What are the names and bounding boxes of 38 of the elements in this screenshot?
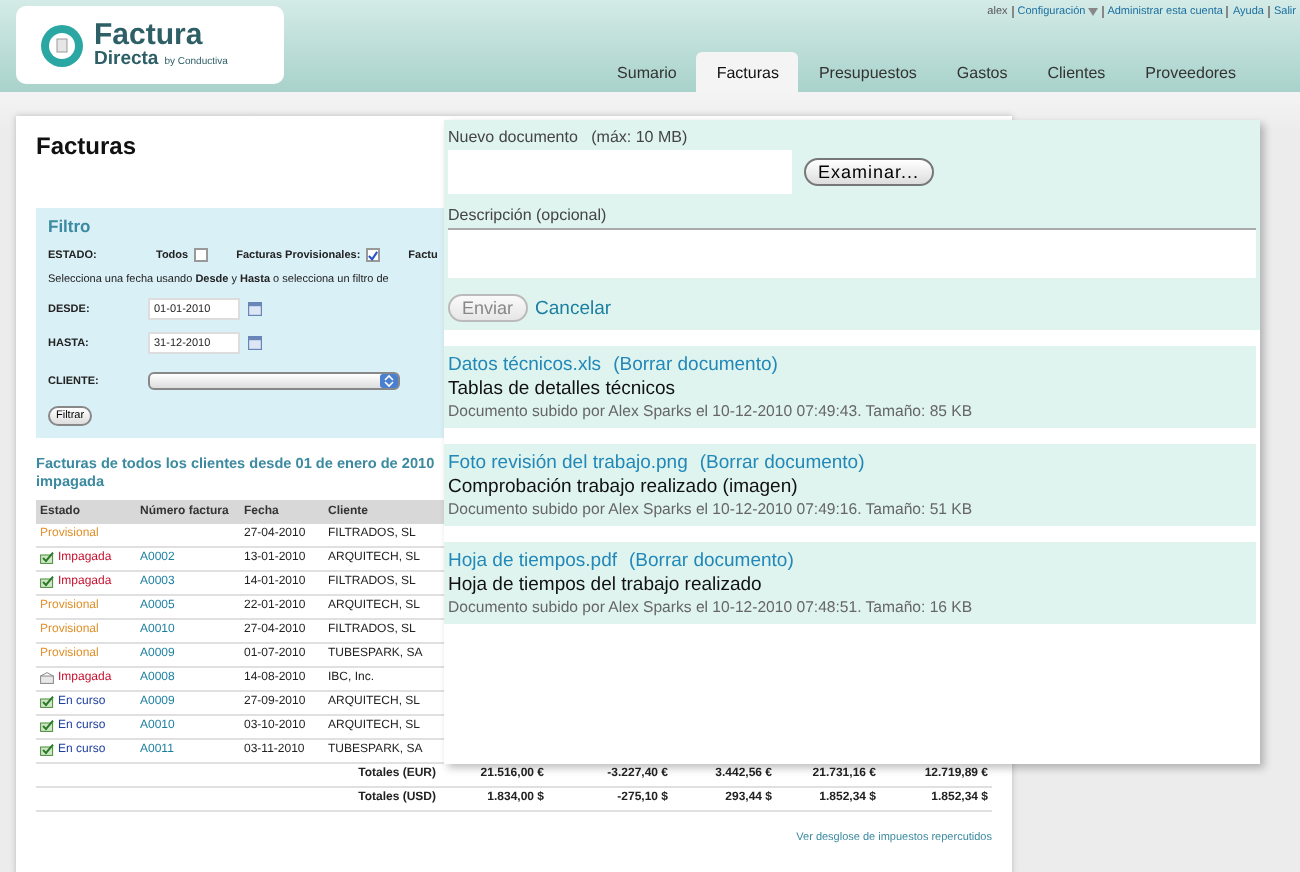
logo-subtitle: Directa [94, 50, 159, 70]
nav-tab[interactable]: Facturas [696, 52, 799, 92]
checked-envelope-icon [40, 576, 54, 589]
checked-envelope-icon [40, 696, 54, 709]
nav-tab[interactable]: Presupuestos [798, 52, 937, 92]
document-link[interactable]: Foto revisión del trabajo.png [448, 452, 688, 474]
delete-link[interactable]: (Borrar documento) [613, 354, 778, 376]
checkbox[interactable] [366, 248, 381, 262]
calendar-icon[interactable] [248, 336, 262, 350]
nav-tab[interactable]: Proveedores [1125, 52, 1256, 92]
envelope-icon [40, 672, 54, 685]
checked-envelope-icon [40, 720, 54, 733]
speech-bubble-document-icon [40, 23, 84, 67]
document-description: Comprobación trabajo realizado (imagen) [448, 476, 800, 498]
cancel-link[interactable]: Cancelar [535, 297, 612, 319]
document-link[interactable]: Hoja de tiempos.pdf [448, 550, 617, 572]
page-title: Facturas [36, 132, 137, 160]
client-select[interactable] [148, 372, 400, 390]
checkbox[interactable] [194, 248, 209, 262]
logo-title: Factura [94, 20, 205, 51]
document-link[interactable]: Datos técnicos.xls [448, 354, 602, 376]
field-label: Nuevo documento (máx: 10 MB) [448, 128, 690, 146]
nav-tab[interactable]: Gastos [936, 52, 1028, 92]
calendar-icon[interactable] [248, 302, 262, 316]
checked-envelope-icon [40, 552, 54, 565]
description-field[interactable] [448, 228, 1256, 278]
checked-envelope-icon [40, 744, 54, 757]
browse-button[interactable]: Examinar... [804, 158, 934, 186]
document-description: Tablas de detalles técnicos [448, 378, 678, 400]
delete-link[interactable]: (Borrar documento) [629, 550, 794, 572]
nav-tab[interactable]: Clientes [1027, 52, 1126, 92]
select-arrows-icon[interactable] [380, 374, 398, 388]
file-field[interactable] [448, 150, 792, 194]
caret-icon[interactable] [1087, 8, 1098, 16]
nav-tab[interactable]: Sumario [597, 52, 697, 92]
field-label: Descripción (opcional) [448, 206, 609, 224]
document-description: Hoja de tiempos del trabajo realizado [448, 574, 764, 596]
delete-link[interactable]: (Borrar documento) [699, 452, 865, 474]
